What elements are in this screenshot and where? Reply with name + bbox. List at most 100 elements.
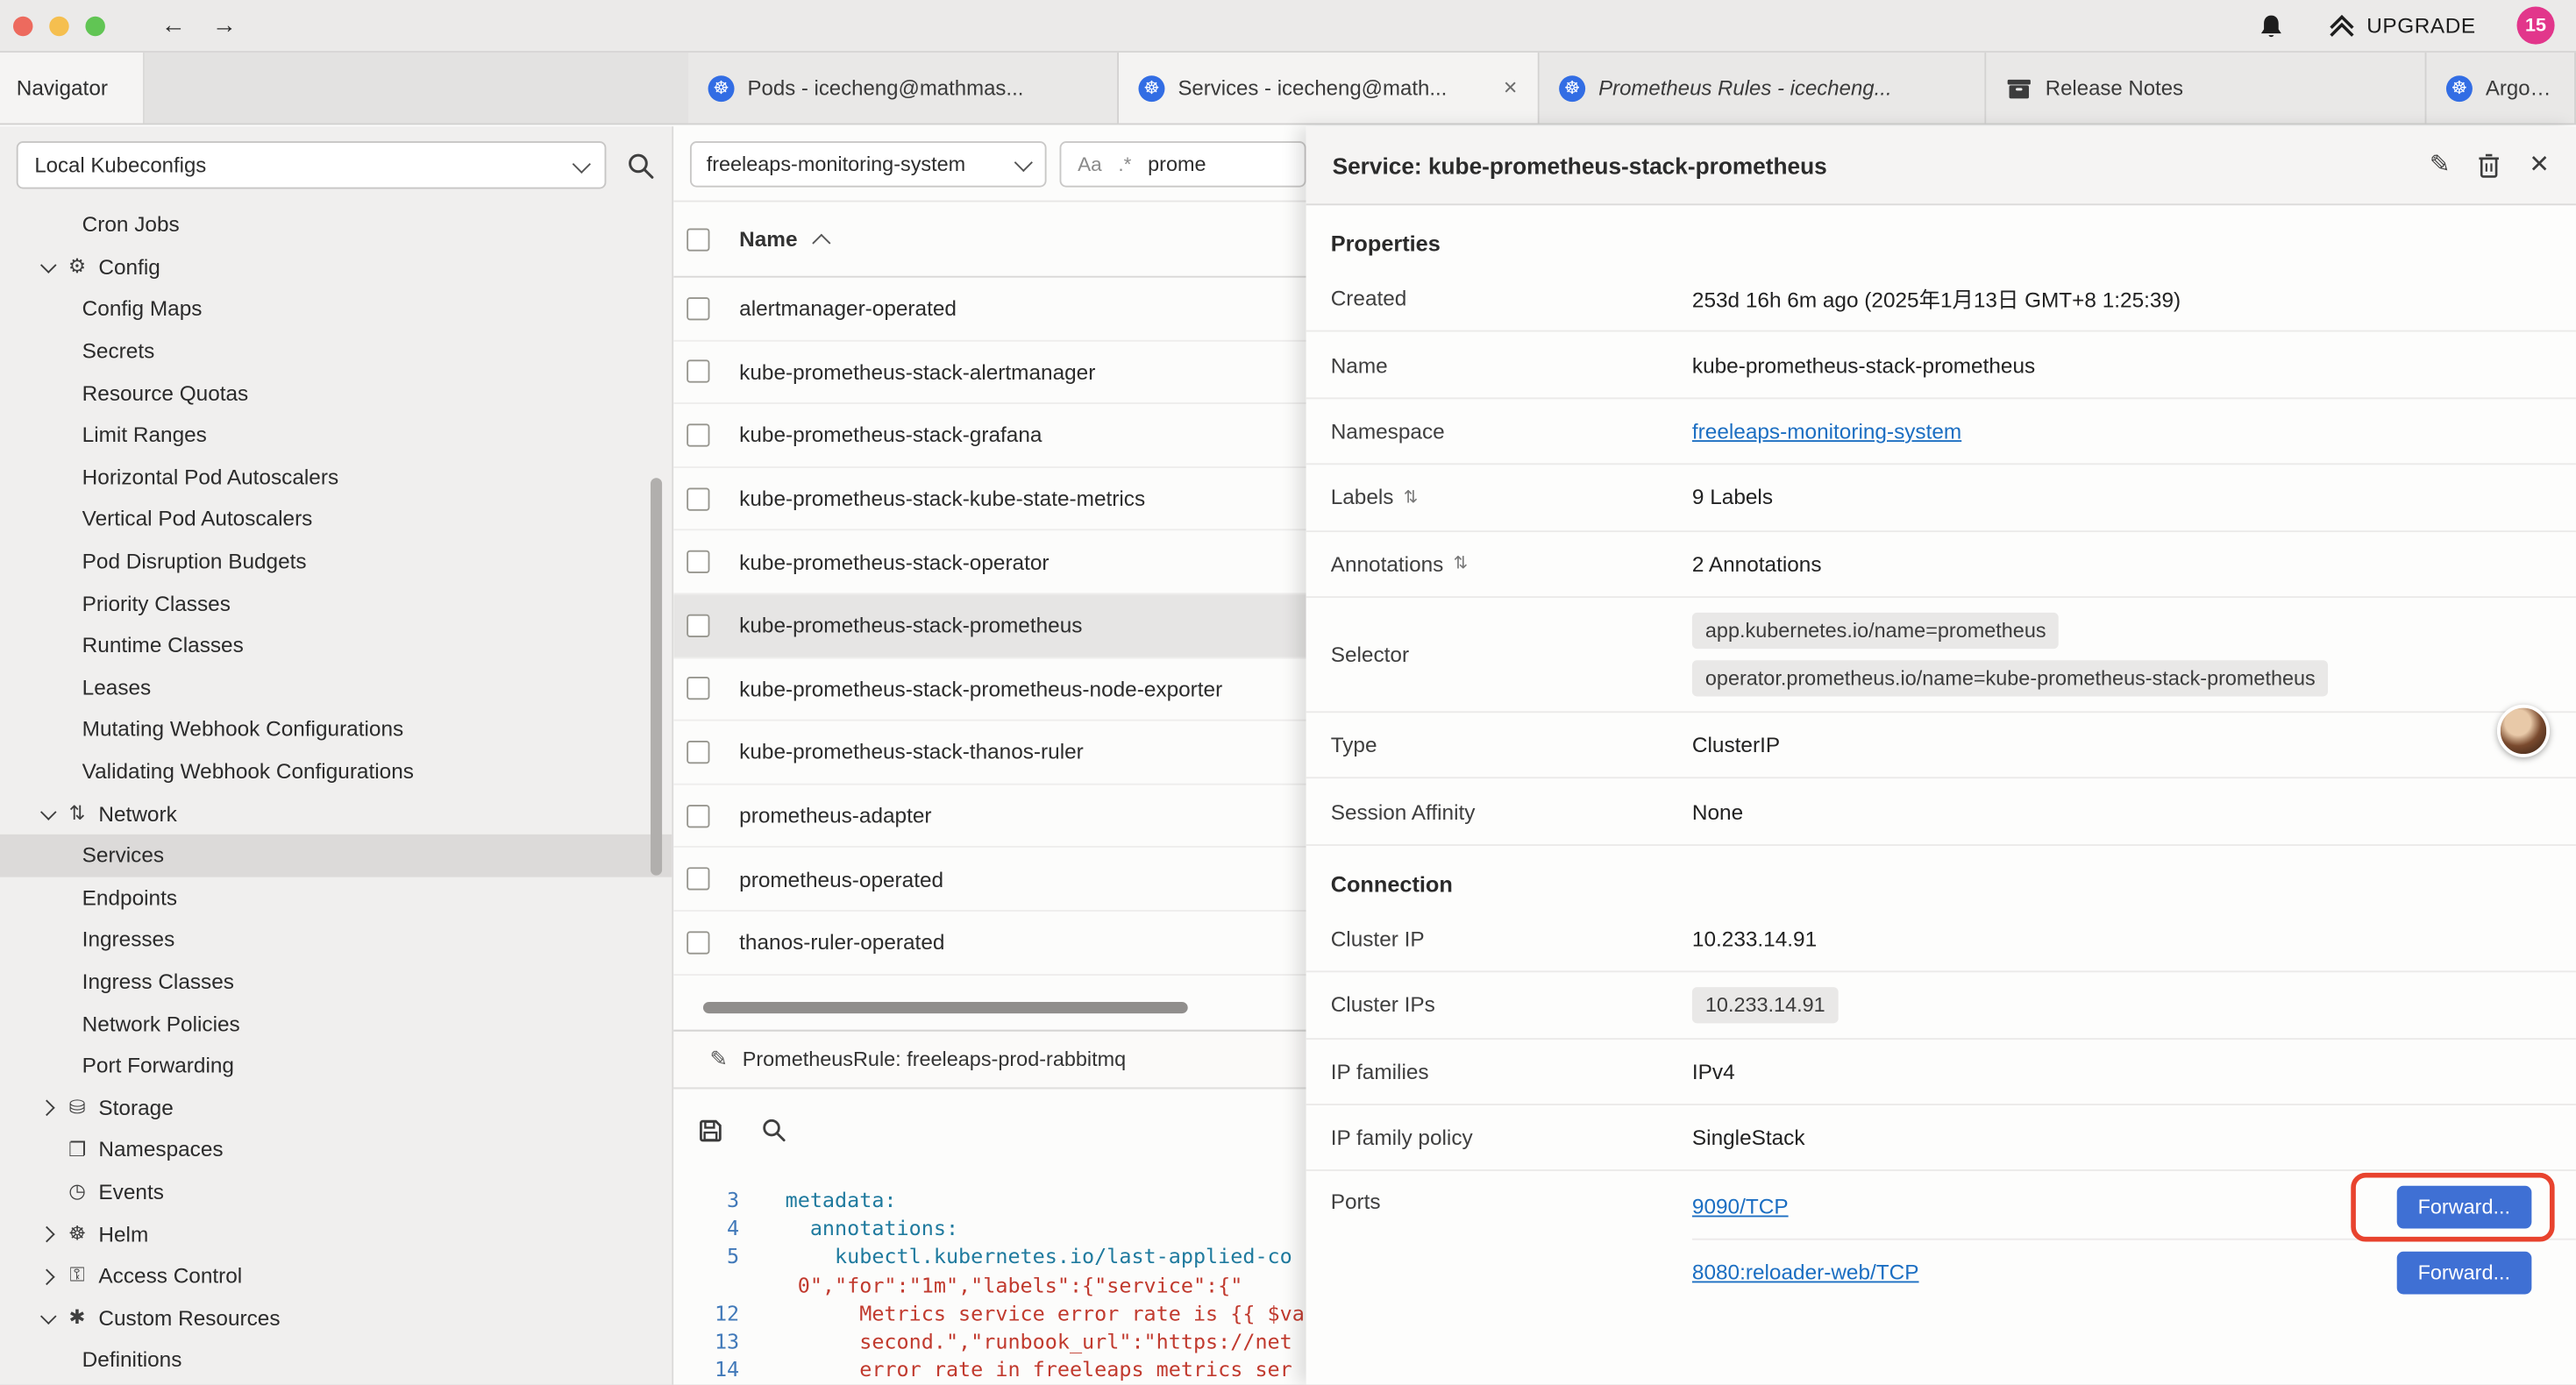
line-number: 3	[673, 1186, 739, 1214]
tab-pods[interactable]: ☸ Pods - icecheng@mathmas...	[688, 53, 1119, 124]
sidebar-item[interactable]: Ingress Classes	[0, 961, 672, 1003]
sidebar-item[interactable]: Config Maps	[0, 288, 672, 330]
service-row[interactable]: kube-prometheus-stack-kube-state-metrics	[673, 468, 1306, 531]
delete-icon[interactable]	[2478, 152, 2501, 178]
regex-toggle[interactable]: .*	[1118, 152, 1131, 174]
service-row[interactable]: prometheus-adapter	[673, 785, 1306, 848]
tab-services[interactable]: ☸ Services - icecheng@math... ✕	[1119, 53, 1540, 124]
sidebar-item-label: Horizontal Pod Autoscalers	[82, 465, 338, 489]
namespace-filter-select[interactable]: freeleaps-monitoring-system	[690, 140, 1047, 186]
sidebar-item[interactable]: Network Policies	[0, 1002, 672, 1044]
service-row[interactable]: kube-prometheus-stack-grafana	[673, 404, 1306, 467]
sidebar-item[interactable]: Resource Quotas	[0, 372, 672, 414]
sidebar-item[interactable]: Priority Classes	[0, 582, 672, 624]
row-checkbox[interactable]	[687, 741, 709, 764]
sidebar-item-label: Validating Webhook Configurations	[82, 759, 414, 784]
sidebar-item[interactable]: Port Forwarding	[0, 1044, 672, 1086]
row-checkbox[interactable]	[687, 297, 709, 320]
notification-count-badge[interactable]: 15	[2517, 6, 2555, 44]
sidebar-item[interactable]: ◷ Events	[0, 1170, 672, 1212]
back-button[interactable]: ←	[161, 11, 186, 39]
list-search-input[interactable]: Aa .* prome	[1060, 140, 1306, 186]
row-checkbox[interactable]	[687, 678, 709, 700]
expand-toggle-icon[interactable]: ⇅	[1454, 554, 1469, 573]
yaml-editor[interactable]: 3 metadata: 4 annotations: 5 kubectl.kub…	[673, 1171, 1306, 1385]
service-row[interactable]: kube-prometheus-stack-prometheus-node-ex…	[673, 658, 1306, 721]
notifications-bell-icon[interactable]	[2255, 11, 2287, 39]
sidebar-item[interactable]: Definitions	[0, 1339, 672, 1381]
service-row[interactable]: thanos-ruler-operated	[673, 912, 1306, 975]
release-notes-icon	[2006, 75, 2032, 101]
sidebar-item[interactable]: Cron Jobs	[0, 203, 672, 245]
sidebar-item[interactable]: ☸ Helm	[0, 1212, 672, 1254]
horizontal-scrollbar[interactable]	[703, 1002, 1188, 1013]
service-row[interactable]: kube-prometheus-stack-alertmanager	[673, 341, 1306, 404]
kubeconfig-select[interactable]: Local Kubeconfigs	[17, 141, 607, 188]
name-column-header[interactable]: Name	[739, 227, 797, 252]
row-checkbox[interactable]	[687, 804, 709, 827]
sort-ascending-icon[interactable]	[813, 233, 831, 252]
sidebar-item[interactable]: Limit Ranges	[0, 414, 672, 456]
row-checkbox[interactable]	[687, 931, 709, 954]
row-checkbox[interactable]	[687, 614, 709, 636]
sidebar-item[interactable]: Pod Disruption Budgets	[0, 540, 672, 582]
sidebar-toolbar: Local Kubeconfigs	[0, 126, 672, 203]
sidebar-item[interactable]: Vertical Pod Autoscalers	[0, 498, 672, 540]
sidebar-item[interactable]: Mutating Webhook Configurations	[0, 708, 672, 750]
service-row[interactable]: alertmanager-operated	[673, 278, 1306, 341]
user-avatar[interactable]	[2497, 705, 2550, 757]
search-icon[interactable]	[626, 150, 656, 180]
match-case-toggle[interactable]: Aa	[1078, 152, 1102, 174]
port-link[interactable]: 8080:reloader-web/TCP	[1692, 1261, 1919, 1285]
port-forward-button[interactable]: Forward...	[2396, 1185, 2531, 1228]
service-row[interactable]: kube-prometheus-stack-operator	[673, 531, 1306, 594]
tab-close-icon[interactable]: ✕	[1503, 77, 1518, 98]
sidebar-item[interactable]: Horizontal Pod Autoscalers	[0, 456, 672, 498]
close-icon[interactable]: ✕	[2529, 153, 2550, 177]
tab-prometheus-rules[interactable]: ☸ Prometheus Rules - icecheng...	[1540, 53, 1987, 124]
sidebar-item[interactable]: ⇅ Network	[0, 792, 672, 835]
row-checkbox[interactable]	[687, 360, 709, 383]
row-checkbox[interactable]	[687, 423, 709, 446]
sidebar-item[interactable]: ❐ Namespaces	[0, 1128, 672, 1170]
sidebar-item[interactable]: Ingresses	[0, 919, 672, 961]
zoom-window-button[interactable]	[85, 16, 104, 35]
port-forward-button[interactable]: Forward...	[2396, 1251, 2531, 1294]
tab-argo[interactable]: ☸ Argo Se	[2426, 53, 2576, 124]
namespace-link[interactable]: freeleaps-monitoring-system	[1692, 419, 1961, 444]
service-name: kube-prometheus-stack-thanos-ruler	[739, 740, 1084, 764]
forward-button[interactable]: →	[212, 11, 237, 39]
sidebar-item[interactable]: ⛁ Storage	[0, 1086, 672, 1128]
port-link[interactable]: 9090/TCP	[1692, 1195, 1789, 1219]
service-name: kube-prometheus-stack-kube-state-metrics	[739, 487, 1145, 511]
save-icon[interactable]	[696, 1116, 724, 1144]
row-checkbox[interactable]	[687, 868, 709, 891]
sidebar-item[interactable]: ⚿ Access Control	[0, 1254, 672, 1296]
expand-toggle-icon[interactable]: ⇅	[1404, 487, 1419, 507]
upgrade-button[interactable]: UPGRADE	[2327, 13, 2475, 38]
service-row[interactable]: prometheus-operated	[673, 848, 1306, 911]
sidebar-scrollbar[interactable]	[651, 478, 662, 875]
table-header: Name	[673, 202, 1306, 277]
sidebar-item[interactable]: Endpoints	[0, 877, 672, 919]
services-table: alertmanager-operated kube-prometheus-st…	[673, 278, 1306, 1030]
sidebar-item[interactable]: Runtime Classes	[0, 624, 672, 666]
edit-icon[interactable]: ✎	[2430, 153, 2451, 177]
close-window-button[interactable]	[13, 16, 32, 35]
kubeconfig-select-value: Local Kubeconfigs	[34, 153, 206, 177]
dock-tab-prometheusrule[interactable]: ✎ PrometheusRule: freeleaps-prod-rabbitm…	[673, 1032, 1306, 1088]
sidebar-item[interactable]: Leases	[0, 666, 672, 708]
select-all-checkbox[interactable]	[687, 228, 709, 251]
row-checkbox[interactable]	[687, 487, 709, 510]
service-row[interactable]: kube-prometheus-stack-thanos-ruler	[673, 721, 1306, 785]
minimize-window-button[interactable]	[49, 16, 68, 35]
sidebar-item[interactable]: Secrets	[0, 330, 672, 372]
service-row[interactable]: kube-prometheus-stack-prometheus	[673, 594, 1306, 657]
row-checkbox[interactable]	[687, 550, 709, 573]
sidebar-item[interactable]: Services	[0, 835, 672, 877]
sidebar-item[interactable]: Validating Webhook Configurations	[0, 750, 672, 792]
sidebar-item[interactable]: ⚙ Config	[0, 245, 672, 288]
tab-release-notes[interactable]: Release Notes	[1986, 53, 2426, 124]
editor-search-icon[interactable]	[761, 1117, 787, 1143]
sidebar-item[interactable]: ✱ Custom Resources	[0, 1296, 672, 1339]
